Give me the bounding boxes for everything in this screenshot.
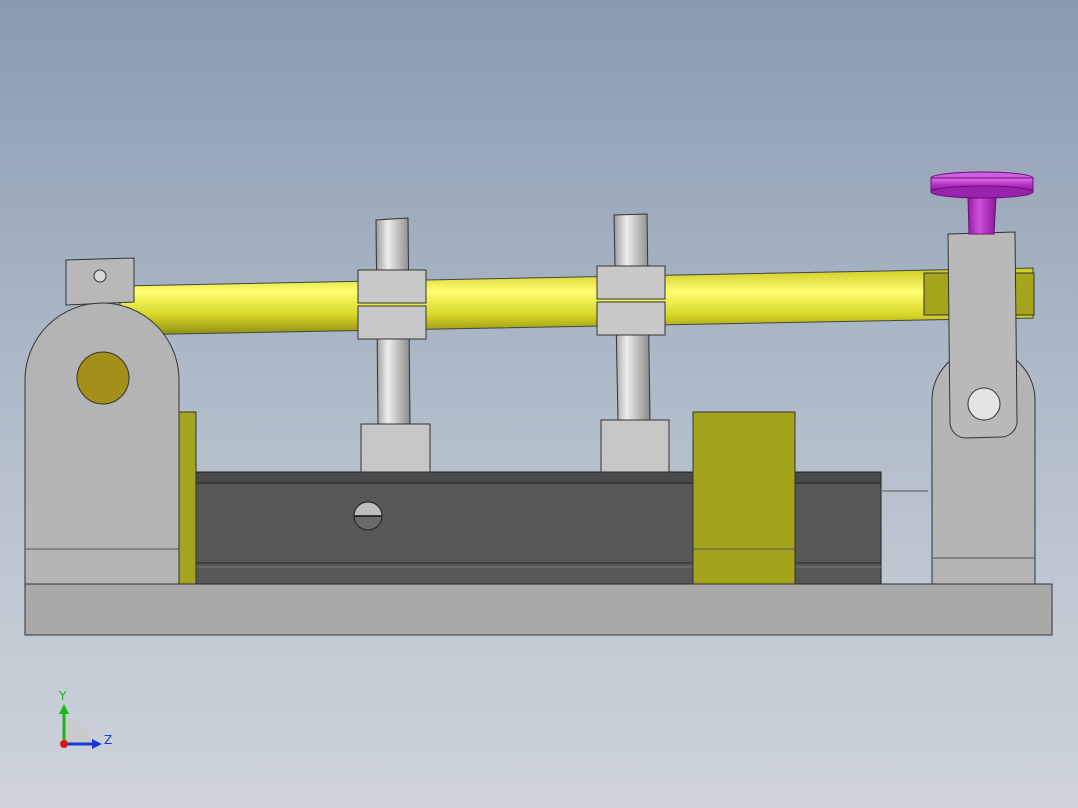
triad-plane-indicator xyxy=(64,718,90,744)
assembly-model[interactable]: Y Z xyxy=(0,0,1078,808)
view-orientation-triad[interactable]: Y Z xyxy=(58,689,112,749)
left-olive-plate[interactable] xyxy=(177,411,197,585)
olive-slider-block[interactable] xyxy=(692,411,796,585)
triad-x-axis xyxy=(60,740,68,748)
slotted-screw-head[interactable] xyxy=(353,501,383,531)
purple-knob[interactable] xyxy=(930,171,1034,235)
clamp-post-right[interactable] xyxy=(600,213,670,473)
clamp-post-left[interactable] xyxy=(360,217,431,473)
triad-z-label: Z xyxy=(104,733,112,747)
triad-y-arrow xyxy=(59,704,69,714)
triad-y-label: Y xyxy=(58,689,67,703)
base-plate[interactable] xyxy=(24,583,1053,636)
triad-z-arrow xyxy=(92,739,102,749)
cad-graphics-viewport[interactable]: Y Z xyxy=(0,0,1078,808)
lever-bar[interactable] xyxy=(119,267,1034,336)
pivot-pin[interactable] xyxy=(76,351,130,405)
